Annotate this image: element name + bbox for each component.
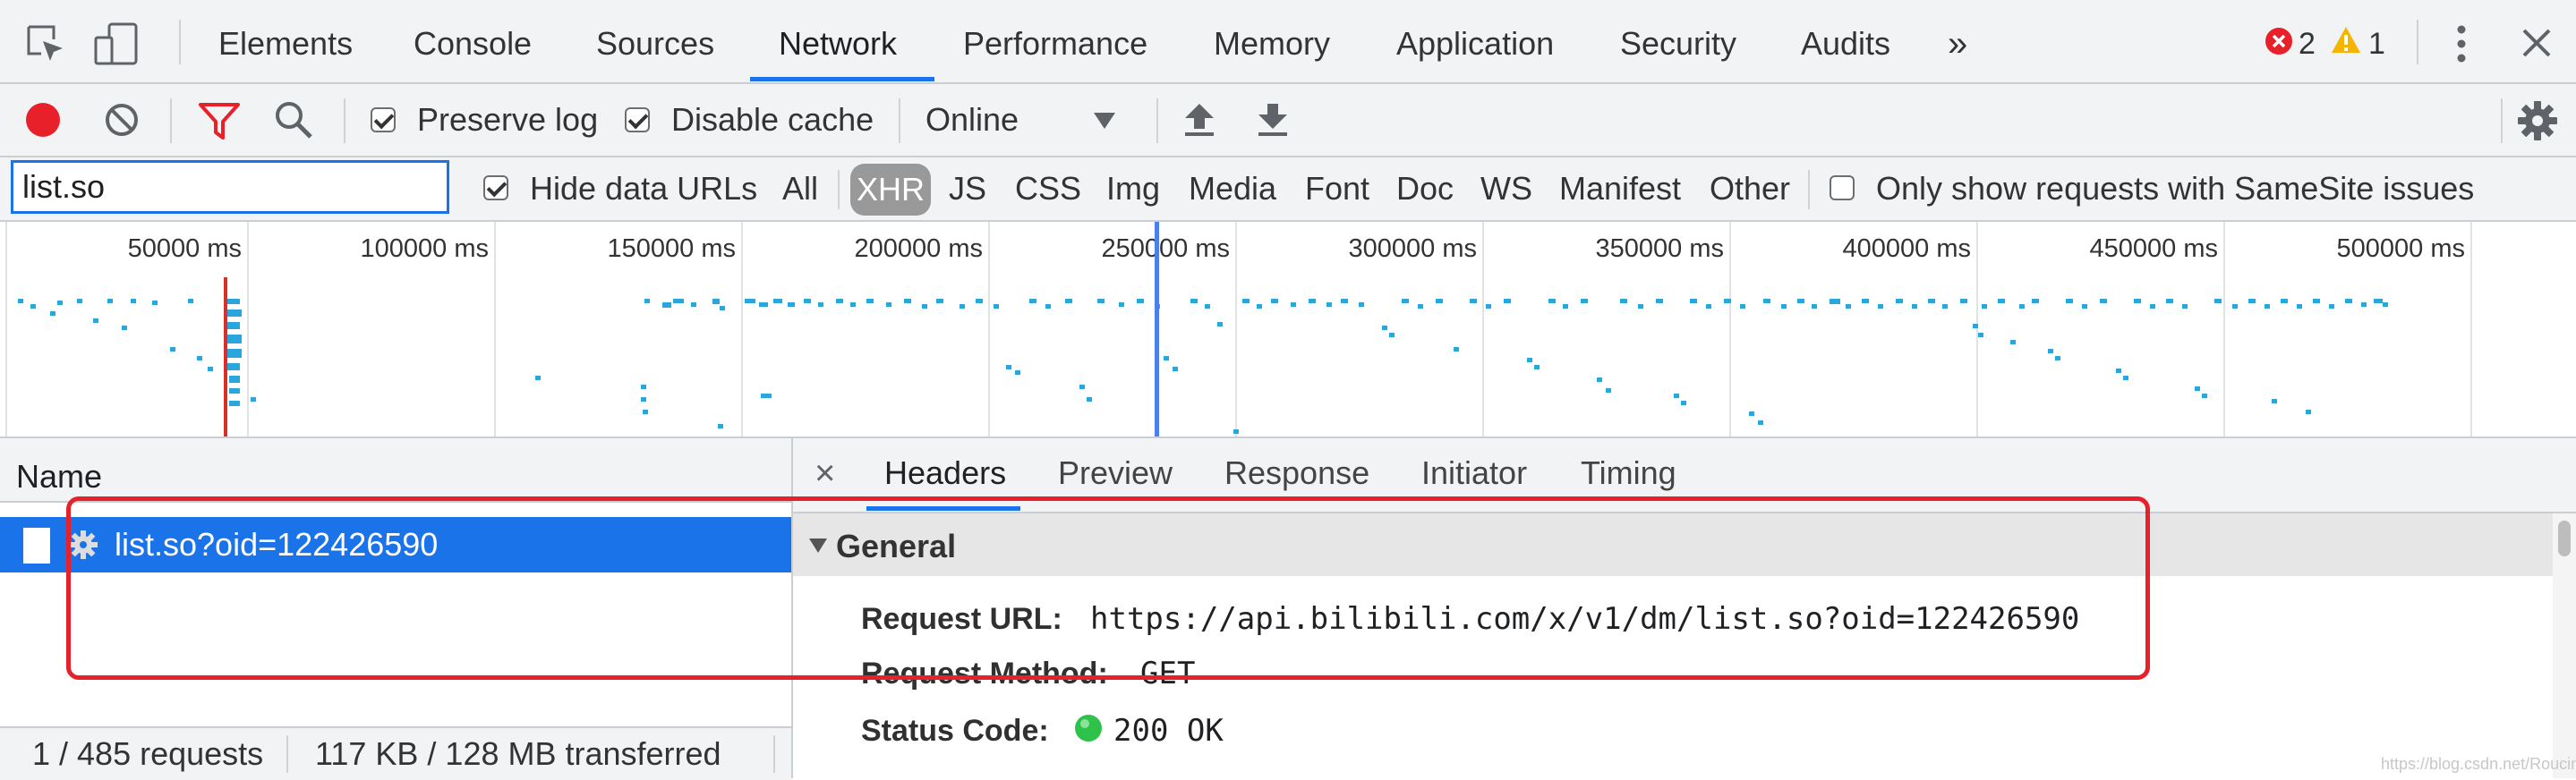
samesite-checkbox[interactable]	[1830, 175, 1855, 200]
request-details: × Headers Preview Response Initiator Tim…	[793, 438, 2576, 778]
tab-memory[interactable]: Memory	[1214, 0, 1330, 82]
active-detail-tab-indicator	[866, 506, 1020, 511]
filter-type-other[interactable]: Other	[1710, 157, 1790, 220]
toolbar-divider	[1156, 98, 1158, 143]
filter-type-font[interactable]: Font	[1305, 157, 1369, 220]
tab-initiator[interactable]: Initiator	[1421, 438, 1527, 508]
filter-bar: Hide data URLs All XHR JS CSS Img Media …	[0, 157, 2576, 222]
chevron-down-icon[interactable]	[1094, 113, 1115, 129]
filter-type-ws[interactable]: WS	[1480, 157, 1532, 220]
request-count: 1 / 485 requests	[32, 735, 264, 772]
devtools-tab-bar: Elements Console Sources Network Perform…	[0, 0, 2576, 84]
warning-count[interactable]: 1	[2368, 0, 2385, 82]
detail-tab-bar: × Headers Preview Response Initiator Tim…	[793, 438, 2576, 513]
filter-type-media[interactable]: Media	[1189, 157, 1276, 220]
gear-icon[interactable]	[2517, 100, 2558, 141]
status-code-value: 200 OK	[1113, 713, 1224, 749]
toolbar-divider	[2501, 98, 2503, 143]
error-icon[interactable]	[2265, 27, 2293, 55]
error-count[interactable]: 2	[2299, 0, 2316, 82]
request-list: Name list.so?oid=122426590 1 / 485 reque…	[0, 438, 793, 780]
tab-response[interactable]: Response	[1224, 438, 1369, 508]
hide-data-urls-label[interactable]: Hide data URLs	[530, 157, 757, 220]
dom-content-loaded-marker	[224, 277, 227, 437]
filter-type-manifest[interactable]: Manifest	[1559, 157, 1681, 220]
kebab-menu-icon[interactable]	[2454, 23, 2469, 64]
request-method-label: Request Method:	[861, 657, 1108, 691]
throttling-select[interactable]: Online	[925, 84, 1019, 156]
filter-type-css[interactable]: CSS	[1015, 157, 1081, 220]
export-har-icon[interactable]	[1255, 102, 1291, 138]
filter-input[interactable]	[11, 160, 449, 214]
transfer-size: 117 KB / 128 MB transferred	[315, 735, 721, 772]
toolbar-divider	[179, 20, 181, 64]
inspect-element-icon[interactable]	[25, 23, 66, 64]
toolbar-divider	[2417, 20, 2418, 64]
disable-cache-label[interactable]: Disable cache	[671, 84, 874, 156]
network-toolbar: Preserve log Disable cache Online	[0, 84, 2576, 157]
tab-network[interactable]: Network	[779, 0, 897, 82]
status-divider	[773, 735, 775, 773]
request-url-value: https://api.bilibili.com/x/v1/dm/list.so…	[1090, 601, 2080, 637]
tab-security[interactable]: Security	[1620, 0, 1736, 82]
gear-icon	[69, 530, 98, 559]
general-section-header[interactable]: General	[793, 513, 2553, 576]
name-column-label: Name	[16, 458, 103, 495]
request-url-label: Request URL:	[861, 602, 1062, 636]
network-status-bar: 1 / 485 requests 117 KB / 128 MB transfe…	[0, 726, 791, 780]
general-section-title: General	[836, 528, 957, 564]
device-toolbar-icon[interactable]	[93, 21, 140, 66]
scrollbar-thumb[interactable]	[2558, 521, 2571, 556]
filter-icon[interactable]	[199, 102, 240, 140]
import-har-icon[interactable]	[1181, 102, 1217, 138]
table-row[interactable]: list.so?oid=122426590	[0, 517, 791, 572]
samesite-label[interactable]: Only show requests with SameSite issues	[1876, 157, 2474, 220]
tab-performance[interactable]: Performance	[963, 0, 1147, 82]
request-name: list.so?oid=122426590	[115, 526, 439, 563]
name-column-header[interactable]: Name	[0, 438, 791, 503]
network-overview[interactable]: 50000 ms 100000 ms 150000 ms 200000 ms 2…	[0, 222, 2576, 438]
filter-divider	[838, 170, 840, 209]
warning-icon[interactable]	[2331, 25, 2361, 55]
preserve-log-label[interactable]: Preserve log	[417, 84, 598, 156]
tab-sources[interactable]: Sources	[596, 0, 714, 82]
request-bars	[18, 222, 2388, 437]
close-devtools-icon[interactable]	[2521, 27, 2553, 59]
tab-console[interactable]: Console	[414, 0, 532, 82]
tab-elements[interactable]: Elements	[218, 0, 353, 82]
filter-type-xhr[interactable]: XHR	[850, 164, 931, 216]
disable-cache-checkbox[interactable]	[625, 107, 650, 132]
hide-data-urls-checkbox[interactable]	[483, 175, 508, 200]
tab-application[interactable]: Application	[1396, 0, 1554, 82]
active-tab-indicator	[750, 77, 934, 81]
status-divider	[286, 735, 288, 773]
filter-type-doc[interactable]: Doc	[1396, 157, 1454, 220]
more-tabs-button[interactable]: »	[1948, 0, 1967, 82]
tab-audits[interactable]: Audits	[1801, 0, 1890, 82]
tab-headers[interactable]: Headers	[884, 438, 1006, 508]
watermark: https://blog.csdn.net/Roucinsi	[2381, 755, 2576, 773]
clear-icon[interactable]	[104, 102, 140, 138]
filter-type-js[interactable]: JS	[949, 157, 986, 220]
toolbar-divider	[899, 98, 900, 143]
record-icon[interactable]	[25, 102, 61, 138]
search-icon[interactable]	[274, 100, 313, 140]
toolbar-divider	[344, 98, 345, 143]
status-code-label: Status Code:	[861, 714, 1049, 748]
document-icon	[23, 528, 50, 564]
load-marker	[1155, 222, 1159, 437]
request-bar-group	[18, 299, 2388, 434]
status-ok-icon	[1075, 715, 1102, 742]
tab-timing[interactable]: Timing	[1581, 438, 1676, 508]
filter-divider	[1808, 170, 1810, 209]
preserve-log-checkbox[interactable]	[371, 107, 396, 132]
filter-type-img[interactable]: Img	[1106, 157, 1160, 220]
close-details-button[interactable]: ×	[815, 438, 835, 508]
toolbar-divider	[170, 98, 172, 143]
filter-type-all[interactable]: All	[782, 157, 818, 220]
request-method-value: GET	[1140, 656, 1196, 691]
tab-preview[interactable]: Preview	[1058, 438, 1173, 508]
triangle-down-icon	[809, 538, 827, 553]
